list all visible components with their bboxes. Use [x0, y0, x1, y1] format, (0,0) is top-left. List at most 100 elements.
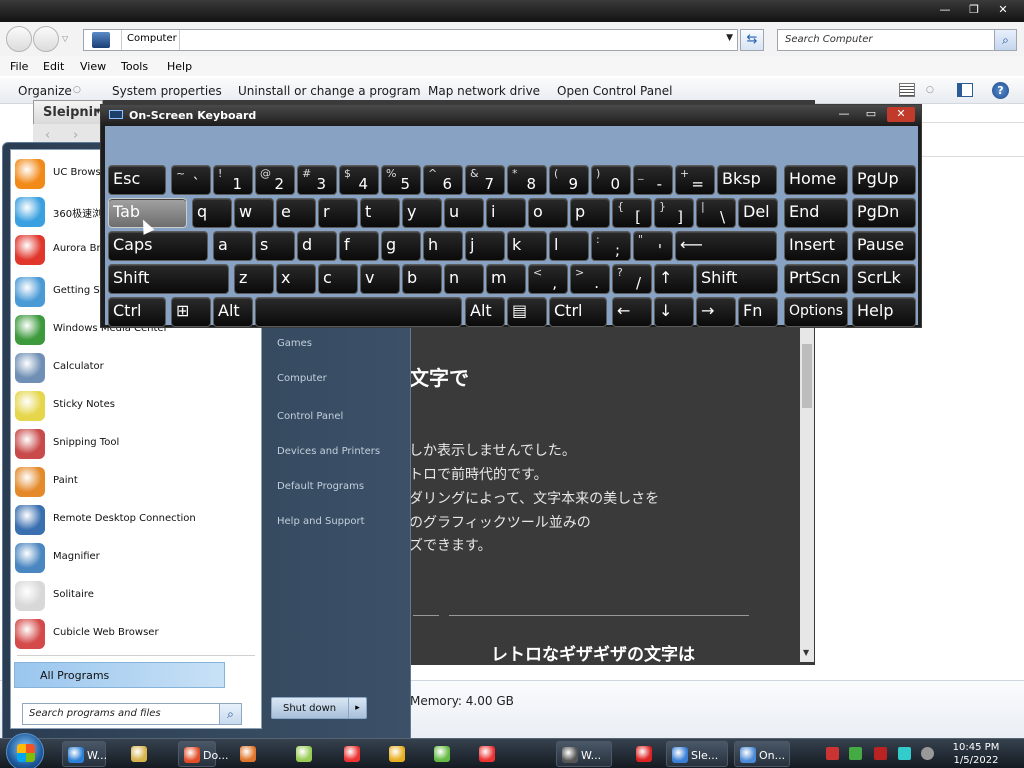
taskbar-button[interactable]	[467, 741, 507, 767]
key-symbol[interactable]: % 5	[381, 165, 421, 195]
tray-volume-icon[interactable]	[921, 747, 934, 760]
help-icon[interactable]: ?	[992, 82, 1009, 99]
key-space[interactable]	[255, 297, 462, 327]
refresh-button[interactable]: ⇆	[740, 29, 764, 51]
start-program-item[interactable]: Cubicle Web Browser	[11, 615, 261, 653]
key-fn[interactable]: Fn	[738, 297, 778, 327]
key-shift[interactable]: Shift	[108, 264, 229, 294]
key-symbol[interactable]: <,	[528, 264, 568, 294]
start-program-item[interactable]: Remote Desktop Connection	[11, 501, 261, 539]
view-dropdown-icon[interactable]: ○	[926, 85, 934, 95]
address-bar[interactable]: Computer ▼	[83, 29, 738, 51]
start-program-item[interactable]: Calculator	[11, 349, 261, 387]
key-b[interactable]: b	[402, 264, 442, 294]
taskbar-button[interactable]	[109, 741, 169, 767]
key-symbol[interactable]: ←	[612, 297, 652, 327]
key-symbol[interactable]: ~ `	[171, 165, 211, 195]
taskbar-button[interactable]: W...	[62, 741, 107, 767]
close-button[interactable]: ✕	[992, 3, 1014, 18]
scroll-down-icon[interactable]: ▼	[803, 648, 809, 657]
key-symbol[interactable]: ↑	[654, 264, 694, 294]
shutdown-options-icon[interactable]: ▸	[348, 698, 366, 718]
key-ctrl[interactable]: Ctrl	[108, 297, 166, 327]
osk-minimize-button[interactable]: —	[832, 107, 856, 122]
key-u[interactable]: u	[444, 198, 484, 228]
key-x[interactable]: x	[276, 264, 316, 294]
key-alt[interactable]: Alt	[213, 297, 253, 327]
taskbar-button[interactable]	[422, 741, 462, 767]
start-search-input[interactable]: Search programs and files ⌕	[22, 703, 242, 725]
key-r[interactable]: r	[318, 198, 358, 228]
key-s[interactable]: s	[255, 231, 295, 261]
key-symbol[interactable]: ▤	[507, 297, 547, 327]
taskbar-button[interactable]: Do...	[178, 741, 229, 767]
key-home[interactable]: Home	[784, 165, 848, 195]
key-symbol[interactable]: ? /	[612, 264, 652, 294]
recent-pages-icon[interactable]: ▽	[62, 34, 68, 43]
key-symbol[interactable]: }]	[654, 198, 694, 228]
taskbar-button[interactable]	[332, 741, 372, 767]
start-right-devices[interactable]: Devices and Printers	[277, 446, 380, 457]
key-j[interactable]: j	[465, 231, 505, 261]
key-o[interactable]: o	[528, 198, 568, 228]
menu-help[interactable]: Help	[167, 60, 192, 73]
key-e[interactable]: e	[276, 198, 316, 228]
tray-flag-icon[interactable]	[874, 747, 887, 760]
scrollbar-thumb[interactable]	[802, 344, 812, 408]
key-symbol[interactable]: * 8	[507, 165, 547, 195]
key-symbol[interactable]: :;	[591, 231, 631, 261]
key-k[interactable]: k	[507, 231, 547, 261]
back-button[interactable]	[6, 26, 32, 52]
osk-titlebar[interactable]: On-Screen Keyboard — ▭ ✕	[101, 105, 921, 125]
key-symbol[interactable]: " '	[633, 231, 673, 261]
forward-button[interactable]	[33, 26, 59, 52]
key-symbol[interactable]: {[	[612, 198, 652, 228]
key-symbol[interactable]: $4	[339, 165, 379, 195]
browser-tab[interactable]: Sleipnir ▾	[33, 100, 103, 124]
key-insert[interactable]: Insert	[784, 231, 848, 261]
key-options[interactable]: Options	[784, 297, 848, 327]
taskbar-button[interactable]: Sle...	[666, 741, 728, 767]
taskbar-button[interactable]	[377, 741, 417, 767]
key-symbol[interactable]: | \	[696, 198, 736, 228]
key-m[interactable]: m	[486, 264, 526, 294]
preview-pane-icon[interactable]	[957, 83, 973, 97]
key-symbol[interactable]: >.	[570, 264, 610, 294]
key-q[interactable]: q	[192, 198, 232, 228]
start-program-item[interactable]: Solitaire	[11, 577, 261, 615]
key-symbol[interactable]: ⊞	[171, 297, 211, 327]
search-input[interactable]: Search Computer ⌕	[777, 29, 1017, 51]
browser-forward-icon[interactable]: ›	[73, 128, 78, 143]
explorer-titlebar[interactable]: — ❐ ✕	[0, 0, 1024, 22]
start-program-item[interactable]: Magnifier	[11, 539, 261, 577]
key-h[interactable]: h	[423, 231, 463, 261]
key-l[interactable]: l	[549, 231, 589, 261]
key-caps[interactable]: Caps	[108, 231, 208, 261]
browser-back-icon[interactable]: ‹	[45, 128, 50, 143]
taskbar-button[interactable]	[627, 741, 661, 767]
minimize-button[interactable]: —	[934, 3, 956, 18]
start-program-item[interactable]: Sticky Notes	[11, 387, 261, 425]
key-symbol[interactable]: →	[696, 297, 736, 327]
search-icon[interactable]: ⌕	[219, 704, 241, 724]
key-w[interactable]: w	[234, 198, 274, 228]
key-symbol[interactable]: (9	[549, 165, 589, 195]
key-alt[interactable]: Alt	[465, 297, 505, 327]
taskbar-button[interactable]: On...	[734, 741, 790, 767]
taskbar-button[interactable]	[220, 741, 276, 767]
key-p[interactable]: p	[570, 198, 610, 228]
key-shift[interactable]: Shift	[696, 264, 778, 294]
key-n[interactable]: n	[444, 264, 484, 294]
map-network-drive-button[interactable]: Map network drive	[428, 84, 540, 98]
key-c[interactable]: c	[318, 264, 358, 294]
start-right-computer[interactable]: Computer	[277, 373, 327, 384]
key-a[interactable]: a	[213, 231, 253, 261]
system-properties-button[interactable]: System properties	[112, 84, 222, 98]
key-end[interactable]: End	[784, 198, 848, 228]
browser-scrollbar[interactable]: ▼	[800, 322, 814, 662]
start-right-games[interactable]: Games	[277, 338, 312, 349]
key-y[interactable]: y	[402, 198, 442, 228]
key-symbol[interactable]: _ -	[633, 165, 673, 195]
start-program-item[interactable]: Paint	[11, 463, 261, 501]
tray-network-icon[interactable]	[898, 747, 911, 760]
